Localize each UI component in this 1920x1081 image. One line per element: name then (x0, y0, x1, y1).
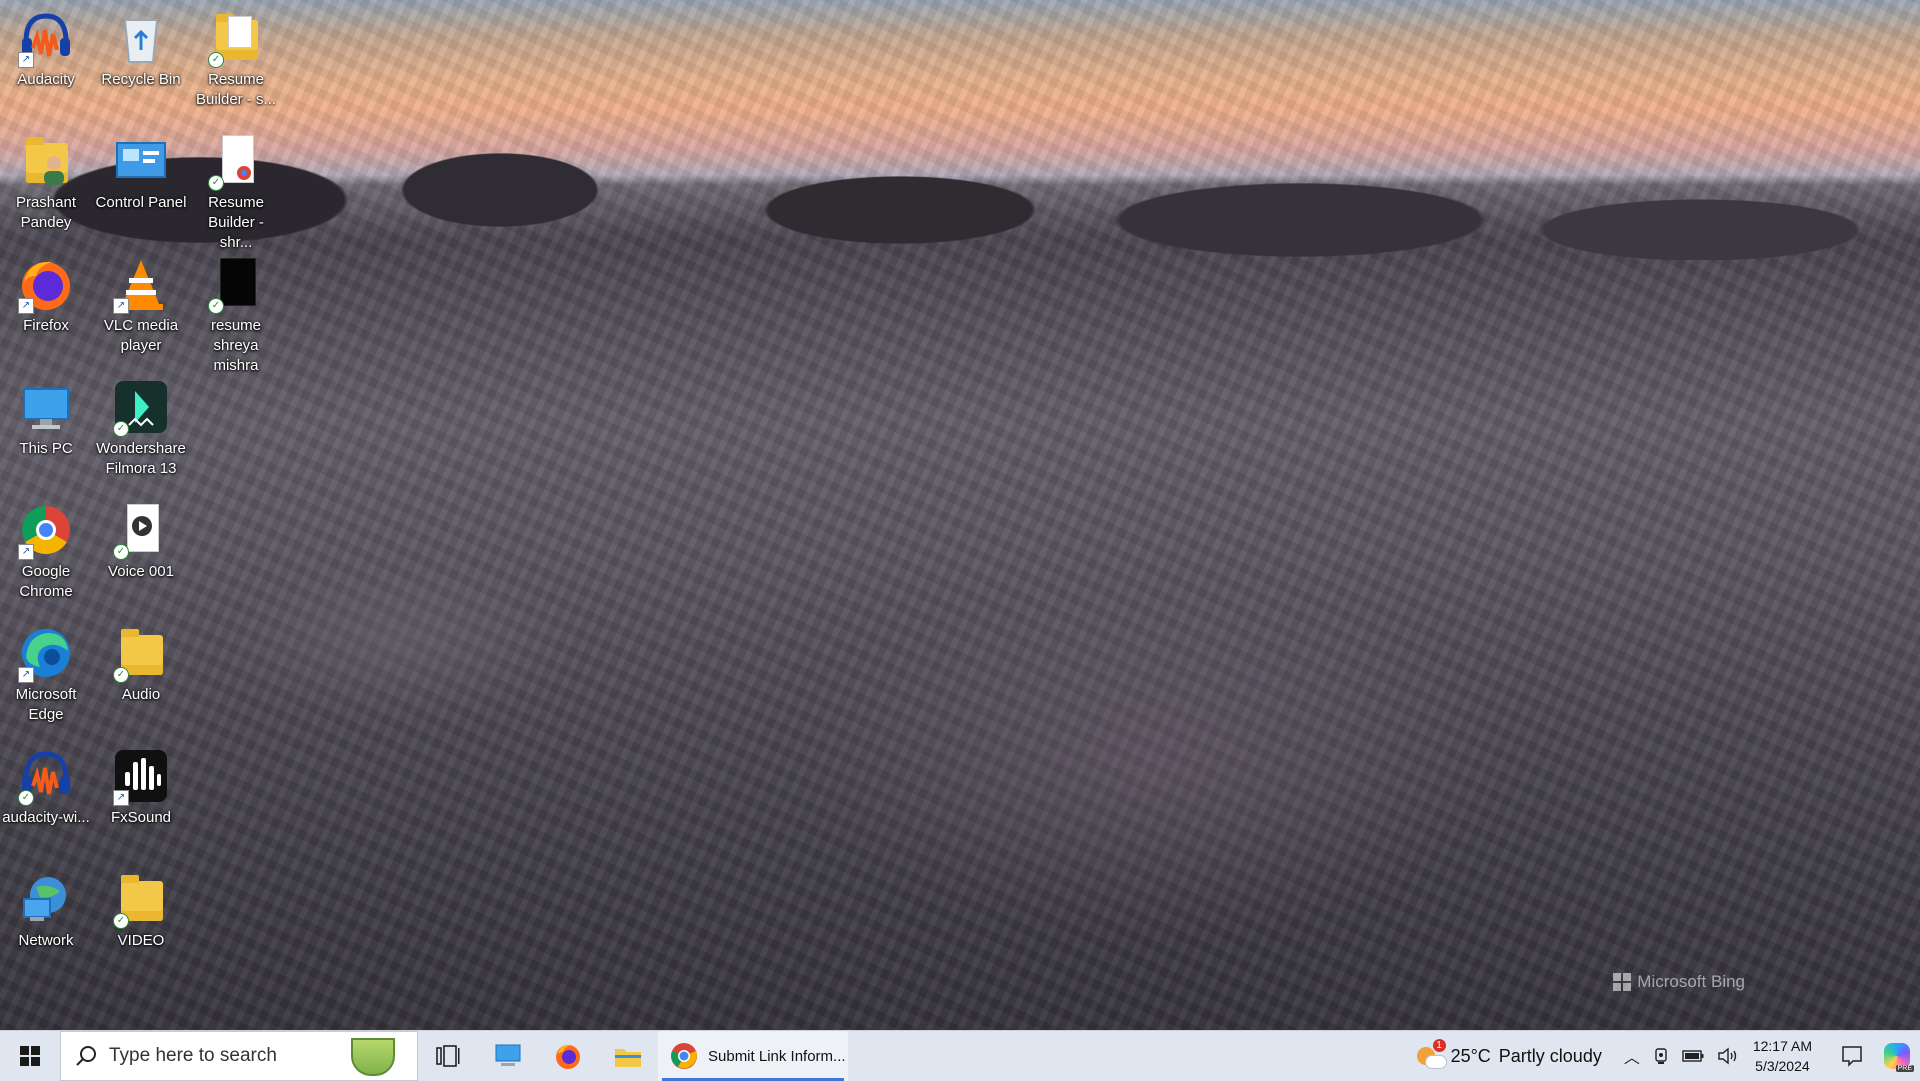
battery-icon[interactable] (1682, 1050, 1704, 1062)
windows-logo-icon (20, 1046, 40, 1066)
network-icon (16, 869, 76, 929)
taskbar-this-pc-button[interactable] (478, 1031, 538, 1081)
audacity-icon: ✓ (16, 746, 76, 806)
file-explorer-icon (615, 1049, 641, 1067)
copilot-preview-badge: PRE (1895, 1065, 1914, 1072)
desktop-icon-label: audacity-wi... (2, 809, 90, 826)
desktop-icon-label: Audio (121, 686, 161, 703)
bing-watermark-text: Microsoft Bing (1637, 972, 1745, 991)
notification-icon (1842, 1046, 1862, 1067)
system-tray: ︿ (1624, 1044, 1753, 1068)
folder-icon: ✓ (111, 623, 171, 683)
weather-alert-badge: 1 (1432, 1039, 1446, 1052)
edge-icon: ↗ (16, 623, 76, 683)
search-input[interactable] (107, 1044, 341, 1068)
fxsound-icon: ↗ (111, 746, 171, 806)
audio-file-icon: ✓ (111, 500, 171, 560)
desktop-icon-label: Prashant Pandey (15, 194, 77, 231)
desktop-icon-label: resume shreya mishra (210, 317, 262, 374)
copilot-icon: PRE (1884, 1043, 1914, 1072)
desktop-icon-label: Resume Builder - shr... (208, 194, 264, 251)
taskbar-window-title: Submit Link Inform... (708, 1047, 846, 1065)
clock-date: 5/3/2024 (1755, 1058, 1810, 1074)
taskbar-chrome-window[interactable]: Submit Link Inform... (658, 1031, 848, 1081)
taskbar: Submit Link Inform... 1 25°C Partly clou… (0, 1030, 1920, 1081)
weather-widget[interactable]: 1 25°C Partly cloudy (1416, 1039, 1624, 1069)
start-button[interactable] (0, 1031, 60, 1081)
weather-temperature: 25°C (1450, 1045, 1491, 1066)
folder-icon: ✓ (111, 869, 171, 929)
desktop-icon-audacity[interactable]: ↗ Audacity (0, 0, 92, 90)
recycle-bin-icon (111, 8, 171, 68)
taskbar-search[interactable] (60, 1031, 418, 1081)
search-highlight-icon (351, 1038, 395, 1076)
volume-icon[interactable] (1717, 1047, 1739, 1065)
system-clock[interactable]: 12:17 AM 5/3/2024 (1753, 1036, 1830, 1076)
clock-time: 12:17 AM (1752, 1038, 1812, 1054)
desktop-icon-label: This PC (19, 440, 73, 457)
desktop-icon-resume-builder-doc[interactable]: ✓ Resume Builder - shr... (190, 123, 282, 253)
desktop-icon-audacity-installer[interactable]: ✓ audacity-wi... (0, 738, 92, 828)
desktop-icon-resume-shreya-mishra[interactable]: ✓ resume shreya mishra (190, 246, 282, 376)
desktop-icon-firefox[interactable]: ↗ Firefox (0, 246, 92, 336)
desktop-icon-label: Voice 001 (108, 563, 174, 580)
desktop-icon-label: VLC media player (103, 317, 179, 354)
filmora-icon: ✓ (111, 377, 171, 437)
desktop-icon-google-chrome[interactable]: ↗ Google Chrome (0, 492, 92, 602)
computer-icon (495, 1044, 521, 1066)
desktop-icon-label: Google Chrome (19, 563, 73, 600)
search-icon (76, 1046, 96, 1066)
desktop-icon-label: Audacity (17, 71, 75, 88)
vlc-icon: ↗ (111, 254, 171, 314)
weather-condition: Partly cloudy (1498, 1045, 1602, 1066)
taskbar-file-explorer-button[interactable] (598, 1031, 658, 1081)
copilot-button[interactable]: PRE (1874, 1031, 1920, 1081)
bing-watermark: Microsoft Bing (1613, 972, 1745, 992)
task-view-icon (436, 1045, 460, 1067)
desktop-icon-label: Resume Builder - s... (195, 71, 277, 108)
folder-icon: ✓ (206, 8, 266, 68)
desktop-icon-label: Firefox (23, 317, 69, 334)
desktop-icon-resume-builder-folder[interactable]: ✓ Resume Builder - s... (190, 0, 282, 110)
chrome-icon (671, 1043, 697, 1069)
task-view-button[interactable] (418, 1031, 478, 1081)
desktop-icon-label: VIDEO (117, 932, 165, 949)
desktop-icon-vlc[interactable]: ↗ VLC media player (95, 246, 187, 356)
desktop-icon-microsoft-edge[interactable]: ↗ Microsoft Edge (0, 615, 92, 725)
user-folder-icon (16, 131, 76, 191)
firefox-icon (556, 1044, 580, 1069)
notification-center-button[interactable] (1830, 1031, 1874, 1081)
document-icon: ✓ (206, 254, 266, 314)
partly-cloudy-icon: 1 (1416, 1039, 1447, 1069)
chrome-icon: ↗ (16, 500, 76, 560)
bing-logo-icon (1613, 973, 1632, 991)
desktop-icon-video-folder[interactable]: ✓ VIDEO (95, 861, 187, 951)
wallpaper-ridge (0, 110, 1920, 260)
desktop-icon-recycle-bin[interactable]: Recycle Bin (95, 0, 187, 90)
desktop-icon-network[interactable]: Network (0, 861, 92, 951)
meet-now-icon[interactable] (1653, 1047, 1669, 1065)
desktop-icon-filmora[interactable]: ✓ Wondershare Filmora 13 (95, 369, 187, 479)
desktop-icon-prashant-pandey[interactable]: Prashant Pandey (0, 123, 92, 233)
desktop-icon-label: Recycle Bin (101, 71, 181, 88)
desktop-icon-label: Wondershare Filmora 13 (96, 440, 186, 477)
chevron-up-icon[interactable]: ︿ (1624, 1044, 1640, 1068)
desktop-icon-label: Control Panel (95, 194, 187, 211)
desktop-icon-control-panel[interactable]: Control Panel (95, 123, 187, 213)
desktop-icon-label: Network (18, 932, 74, 949)
computer-icon (16, 377, 76, 437)
desktop-icon-label: FxSound (110, 809, 172, 826)
desktop-icon-fxsound[interactable]: ↗ FxSound (95, 738, 187, 828)
desktop-icon-this-pc[interactable]: This PC (0, 369, 92, 459)
firefox-icon: ↗ (16, 254, 76, 314)
control-panel-icon (111, 131, 171, 191)
desktop-icon-label: Microsoft Edge (15, 686, 77, 723)
taskbar-firefox-button[interactable] (538, 1031, 598, 1081)
audacity-icon: ↗ (16, 8, 76, 68)
document-icon: ✓ (206, 131, 266, 191)
desktop-icon-audio-folder[interactable]: ✓ Audio (95, 615, 187, 705)
desktop-icon-voice-001[interactable]: ✓ Voice 001 (95, 492, 187, 582)
